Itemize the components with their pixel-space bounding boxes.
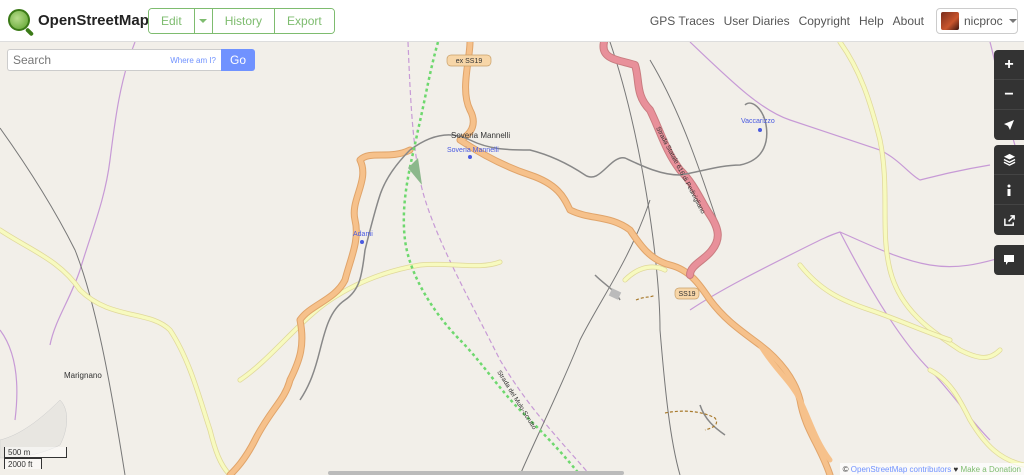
edit-button[interactable]: Edit: [149, 9, 195, 33]
add-note-button[interactable]: [994, 245, 1024, 275]
chevron-down-icon: [199, 19, 208, 23]
place-link-soveria[interactable]: Soveria Mannelli: [447, 147, 499, 154]
zoom-out-button[interactable]: −: [994, 80, 1024, 110]
station-marker: [758, 128, 762, 132]
place-link-vaccarizzo[interactable]: Vaccarizzo: [741, 118, 775, 125]
search-input[interactable]: [8, 50, 158, 70]
scale-bar: 500 m 2000 ft: [4, 447, 67, 469]
road-label-ss19: SS19: [678, 291, 695, 298]
nav-copyright[interactable]: Copyright: [799, 14, 850, 28]
zoom-controls: + −: [994, 50, 1024, 140]
avatar: [941, 12, 959, 30]
place-label-soveria: Soveria Mannelli: [451, 131, 510, 140]
edit-dropdown-button[interactable]: [194, 9, 213, 33]
nav-user-diaries[interactable]: User Diaries: [724, 14, 790, 28]
map-tools: [994, 145, 1024, 235]
logo-text: OpenStreetMap: [38, 11, 149, 29]
nav-gps-traces[interactable]: GPS Traces: [650, 14, 715, 28]
layers-icon: [1003, 153, 1015, 166]
user-name: nicproc: [964, 14, 1003, 28]
nav-about[interactable]: About: [893, 14, 924, 28]
road-label-ex-ss19: ex SS19: [456, 58, 483, 65]
osm-logo-icon: [8, 9, 30, 31]
note-icon: [1004, 255, 1014, 265]
attribution: © OpenStreetMap contributors ♥ Make a Do…: [839, 463, 1024, 475]
info-button[interactable]: [994, 175, 1024, 205]
where-am-i-link[interactable]: Where am I?: [170, 56, 216, 65]
history-button[interactable]: History: [212, 9, 276, 33]
edit-button-group: Edit History Export: [148, 8, 335, 34]
share-icon: [1003, 214, 1015, 226]
locate-button[interactable]: [994, 110, 1024, 140]
scale-imperial: 2000 ft: [4, 458, 42, 469]
map-svg: ex SS19 SS19 Soveria Mannelli Soveria Ma…: [0, 42, 1024, 475]
place-label-marignano: Marignano: [64, 371, 102, 380]
donate-link[interactable]: Make a Donation: [961, 465, 1021, 474]
header: OpenStreetMap Edit History Export GPS Tr…: [0, 0, 1024, 42]
search-form: Where am I? Go: [7, 49, 255, 71]
zoom-in-button[interactable]: +: [994, 50, 1024, 80]
logo[interactable]: OpenStreetMap: [8, 9, 149, 31]
go-button[interactable]: Go: [221, 49, 255, 71]
info-icon: [1007, 184, 1011, 196]
locate-arrow-icon: [1004, 120, 1014, 130]
chevron-down-icon: [1008, 19, 1017, 23]
place-link-adami[interactable]: Adami: [353, 231, 373, 238]
scale-metric: 500 m: [4, 447, 67, 458]
export-button[interactable]: Export: [275, 9, 334, 33]
station-marker: [468, 155, 472, 159]
map-canvas[interactable]: ex SS19 SS19 Soveria Mannelli Soveria Ma…: [0, 42, 1024, 475]
notes-controls: [994, 245, 1024, 275]
search-field-wrapper: Where am I?: [7, 49, 221, 71]
layers-button[interactable]: [994, 145, 1024, 175]
nav-help[interactable]: Help: [859, 14, 884, 28]
heart-icon: ♥: [953, 464, 959, 474]
station-marker: [360, 240, 364, 244]
osm-contributors-link[interactable]: OpenStreetMap contributors: [851, 465, 952, 474]
secondary-nav: GPS Traces User Diaries Copyright Help A…: [641, 14, 924, 28]
user-menu[interactable]: nicproc: [936, 8, 1018, 34]
share-button[interactable]: [994, 205, 1024, 235]
copyright-symbol: ©: [842, 464, 849, 474]
horizontal-scrollbar[interactable]: [328, 471, 624, 475]
